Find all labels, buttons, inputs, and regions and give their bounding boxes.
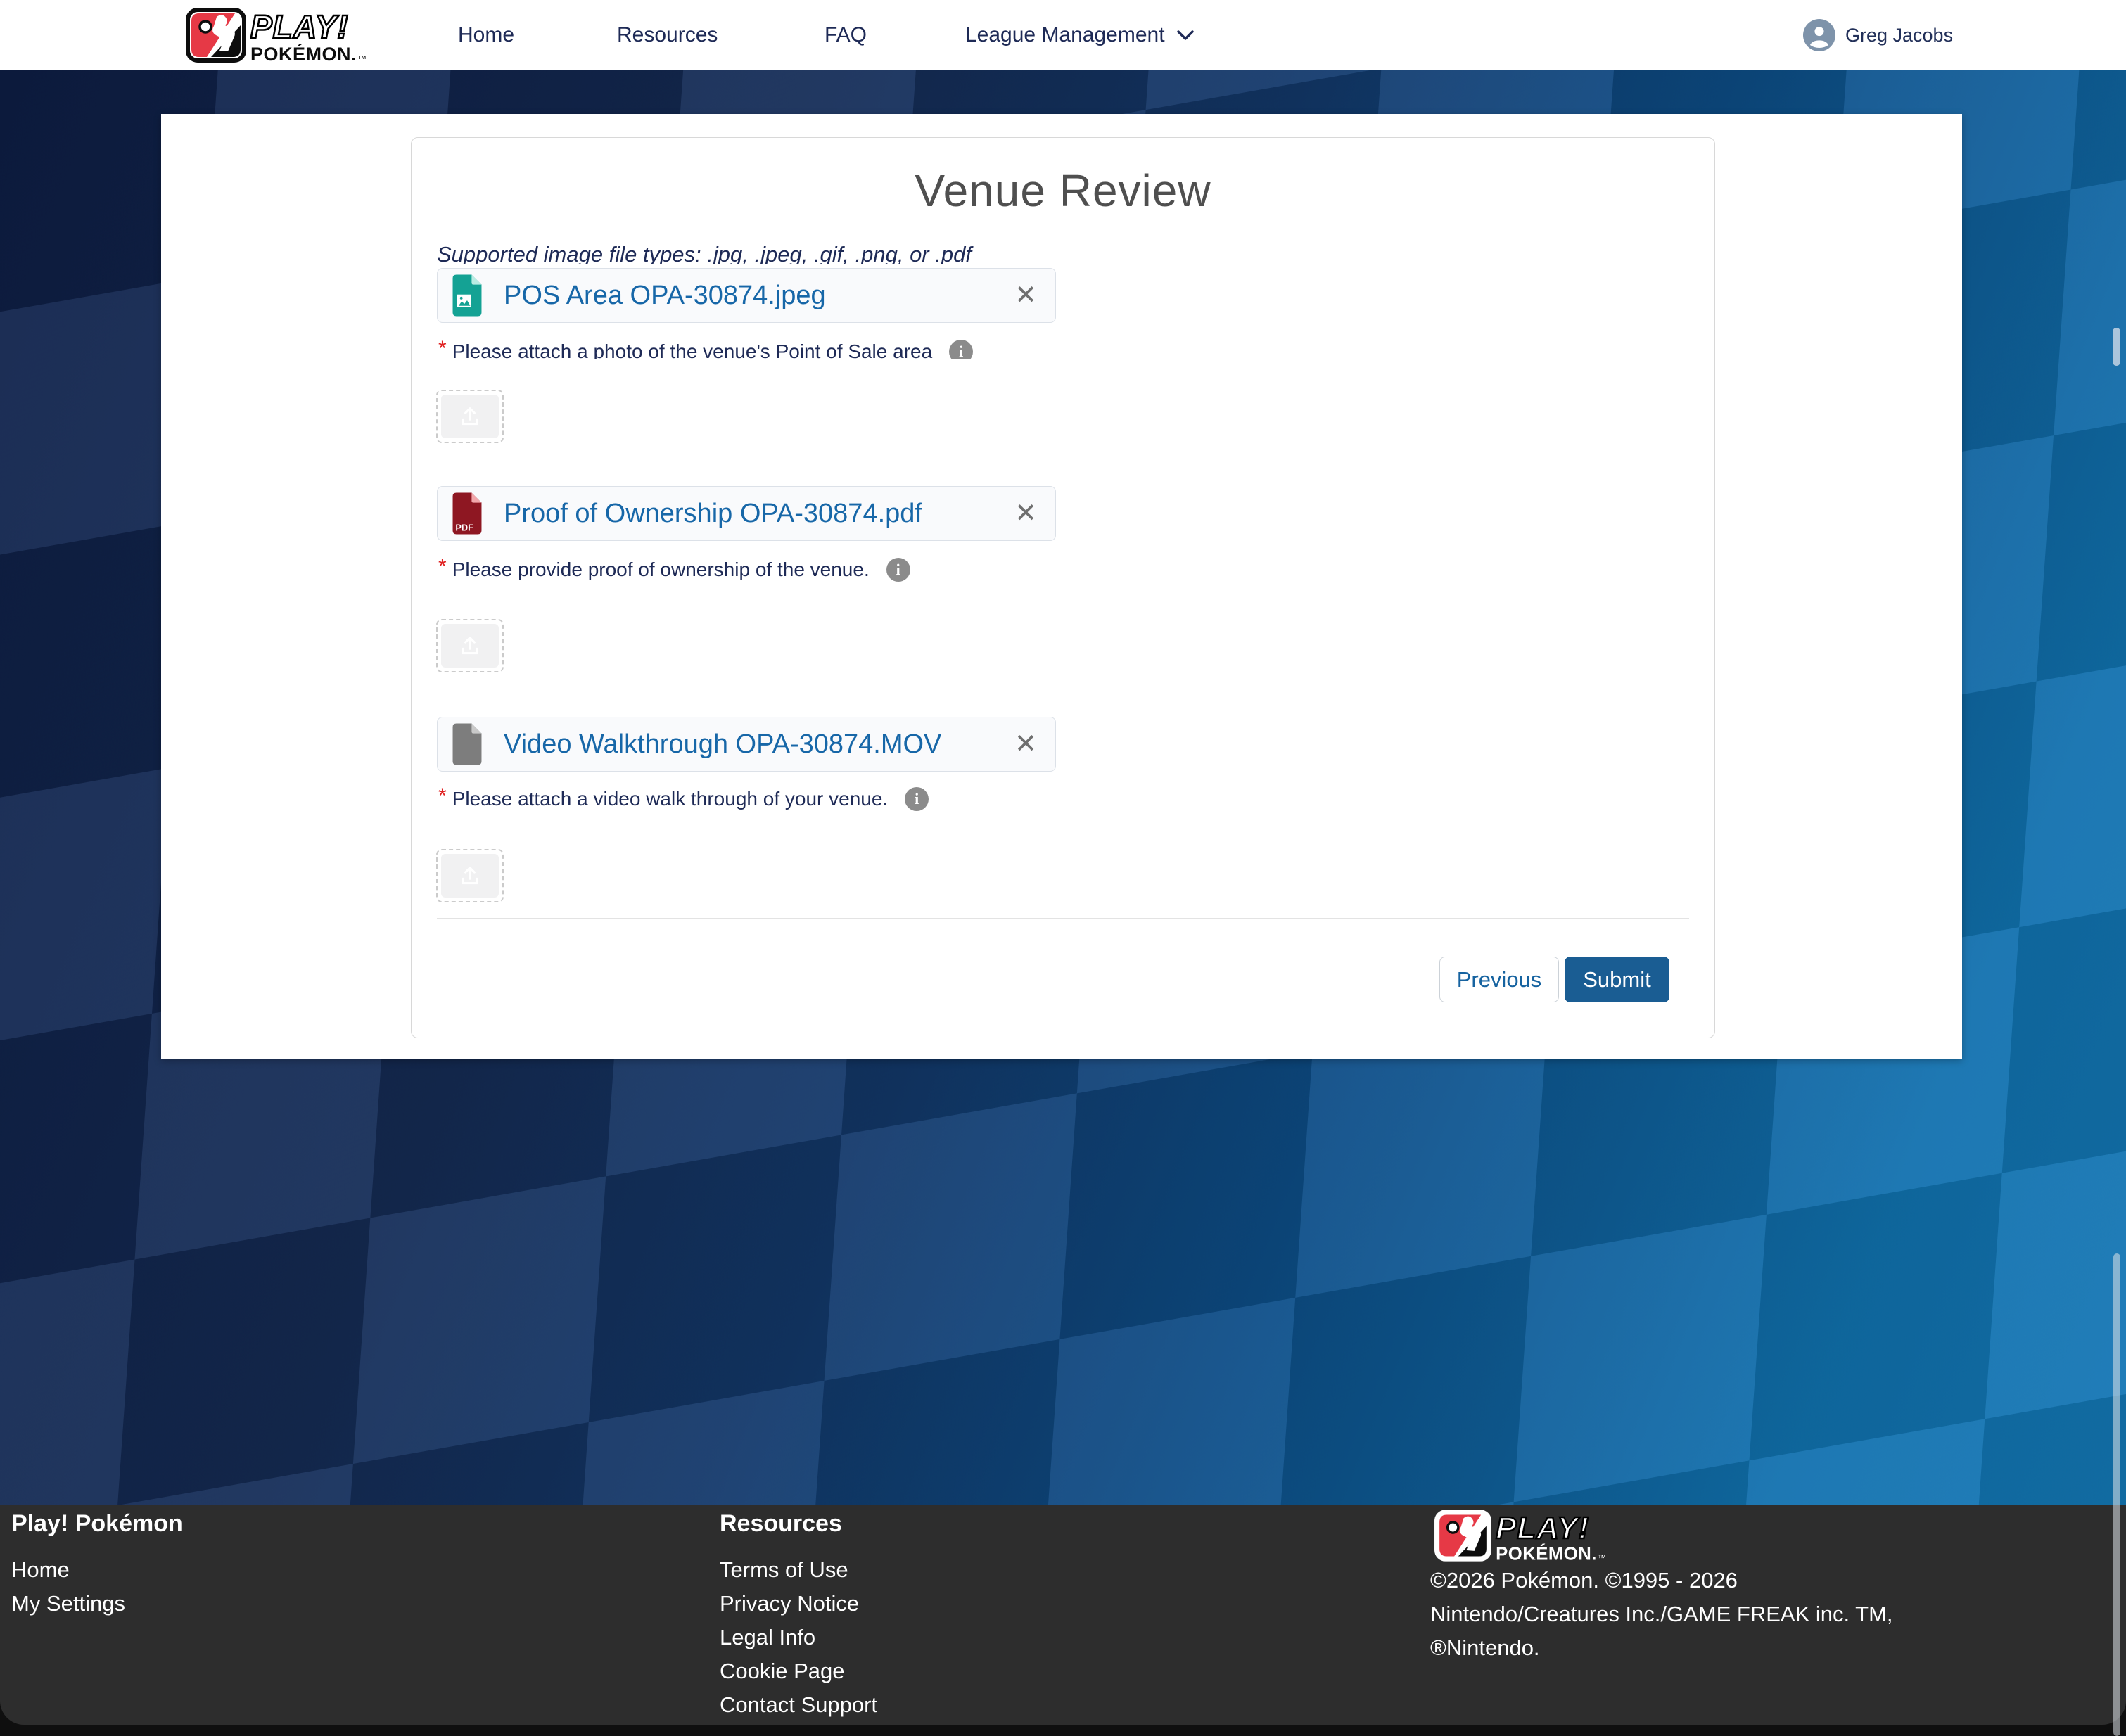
top-navigation-bar: PLAY! POKÉMON. ™ Home Resources FAQ Leag… <box>0 0 2126 70</box>
copyright-text: ©2026 Pokémon. ©1995 - 2026 Nintendo/Cre… <box>1430 1564 1893 1665</box>
requirement-text: Please attach a video walk through of yo… <box>452 787 889 811</box>
footer: Play! Pokémon Home My Settings Resources… <box>0 1505 2126 1736</box>
info-icon[interactable]: i <box>905 787 929 811</box>
scrollbar-thumb-upper[interactable] <box>2113 328 2120 366</box>
footer-link-legal-info[interactable]: Legal Info <box>720 1625 815 1650</box>
form-divider <box>437 918 1689 919</box>
requirement-text: Please attach a photo of the venue's Poi… <box>452 340 933 359</box>
pdf-badge: PDF <box>455 522 473 532</box>
play-pokemon-logo-icon: PLAY! POKÉMON. ™ <box>184 6 395 65</box>
footer-logo-tm-mark: ™ <box>1598 1553 1606 1563</box>
info-icon[interactable]: i <box>949 340 973 359</box>
generic-file-icon <box>449 722 485 767</box>
nav-home-label: Home <box>458 23 514 47</box>
play-pokemon-logo[interactable]: PLAY! POKÉMON. ™ <box>184 0 395 70</box>
footer-heading-resources: Resources <box>720 1510 842 1538</box>
copyright-line-1: ©2026 Pokémon. ©1995 - 2026 <box>1430 1564 1893 1597</box>
requirement-pos-area: * Please attach a photo of the venue's P… <box>438 340 1423 359</box>
requirement-text: Please provide proof of ownership of the… <box>452 558 870 582</box>
nav-item-resources[interactable]: Resources <box>617 0 718 70</box>
footer-link-home[interactable]: Home <box>11 1557 70 1583</box>
copyright-line-2: Nintendo/Creatures Inc./GAME FREAK inc. … <box>1430 1597 1893 1631</box>
upload-icon <box>458 864 482 888</box>
form-actions: Previous Submit <box>1439 957 1669 1002</box>
upload-icon <box>458 404 482 428</box>
submit-button[interactable]: Submit <box>1565 957 1669 1002</box>
required-asterisk: * <box>438 340 447 358</box>
upload-dropzone-proof-of-ownership[interactable] <box>436 619 504 672</box>
file-name-link[interactable]: Video Walkthrough OPA-30874.MOV <box>504 729 941 760</box>
nav-item-home[interactable]: Home <box>458 0 514 70</box>
logo-tm-mark: ™ <box>357 53 367 64</box>
nav-item-faq[interactable]: FAQ <box>825 0 867 70</box>
page: PLAY! POKÉMON. ™ Home Resources FAQ Leag… <box>0 0 2126 1736</box>
nav-item-league-management[interactable]: League Management <box>965 0 1195 70</box>
upload-dropzone-pos-area[interactable] <box>436 390 504 443</box>
chevron-down-icon <box>1176 30 1195 41</box>
content-panel: Venue Review Supported image file types:… <box>161 114 1962 1059</box>
remove-file-button[interactable]: ✕ <box>1010 500 1041 527</box>
footer-link-cookie-page[interactable]: Cookie Page <box>720 1659 845 1684</box>
required-asterisk: * <box>438 558 447 576</box>
page-title: Venue Review <box>412 165 1714 217</box>
footer-link-contact-support[interactable]: Contact Support <box>720 1692 877 1718</box>
info-icon[interactable]: i <box>886 558 910 582</box>
upload-dropzone-video-walkthrough[interactable] <box>436 849 504 902</box>
file-chip-video-walkthrough: Video Walkthrough OPA-30874.MOV ✕ <box>437 717 1056 772</box>
venue-review-card: Venue Review Supported image file types:… <box>411 137 1715 1038</box>
remove-file-button[interactable]: ✕ <box>1010 282 1041 309</box>
user-menu[interactable]: Greg Jacobs <box>1803 0 1953 70</box>
remove-file-button[interactable]: ✕ <box>1010 731 1041 758</box>
upload-button <box>441 854 499 898</box>
user-avatar-icon <box>1803 19 1835 51</box>
supported-file-types-note: Supported image file types: .jpg, .jpeg,… <box>437 242 1281 264</box>
nav-league-management-label: League Management <box>965 23 1165 47</box>
footer-link-my-settings[interactable]: My Settings <box>11 1591 125 1616</box>
file-name-link[interactable]: POS Area OPA-30874.jpeg <box>504 281 826 311</box>
upload-button <box>441 624 499 668</box>
upload-button <box>441 395 499 438</box>
footer-panel: Play! Pokémon Home My Settings Resources… <box>0 1505 2126 1725</box>
footer-link-terms-of-use[interactable]: Terms of Use <box>720 1557 848 1583</box>
copyright-line-3: ®Nintendo. <box>1430 1631 1893 1665</box>
previous-button[interactable]: Previous <box>1439 957 1559 1002</box>
footer-logo-pokemon-text: POKÉMON. <box>1496 1543 1597 1564</box>
footer-heading-play-pokemon: Play! Pokémon <box>11 1510 183 1538</box>
footer-play-pokemon-logo: PLAY! POKÉMON. ™ <box>1430 1507 1636 1564</box>
required-asterisk: * <box>438 787 447 805</box>
file-chip-pos-area: POS Area OPA-30874.jpeg ✕ <box>437 268 1056 323</box>
requirement-proof-of-ownership: * Please provide proof of ownership of t… <box>438 558 1423 586</box>
requirement-video-walkthrough: * Please attach a video walk through of … <box>438 787 1423 815</box>
pdf-file-icon: PDF <box>449 491 485 536</box>
file-chip-proof-of-ownership: PDF Proof of Ownership OPA-30874.pdf ✕ <box>437 486 1056 541</box>
nav-resources-label: Resources <box>617 23 718 47</box>
nav-faq-label: FAQ <box>825 23 867 47</box>
footer-link-privacy-notice[interactable]: Privacy Notice <box>720 1591 859 1616</box>
scrollbar-thumb-lower[interactable] <box>2113 1253 2120 1736</box>
upload-icon <box>458 634 482 658</box>
footer-logo-play-text: PLAY! <box>1496 1511 1589 1545</box>
user-name: Greg Jacobs <box>1845 25 1953 46</box>
file-name-link[interactable]: Proof of Ownership OPA-30874.pdf <box>504 499 922 529</box>
image-file-icon <box>449 273 485 318</box>
logo-pokemon-text: POKÉMON. <box>250 43 357 65</box>
logo-play-text: PLAY! <box>250 8 349 45</box>
